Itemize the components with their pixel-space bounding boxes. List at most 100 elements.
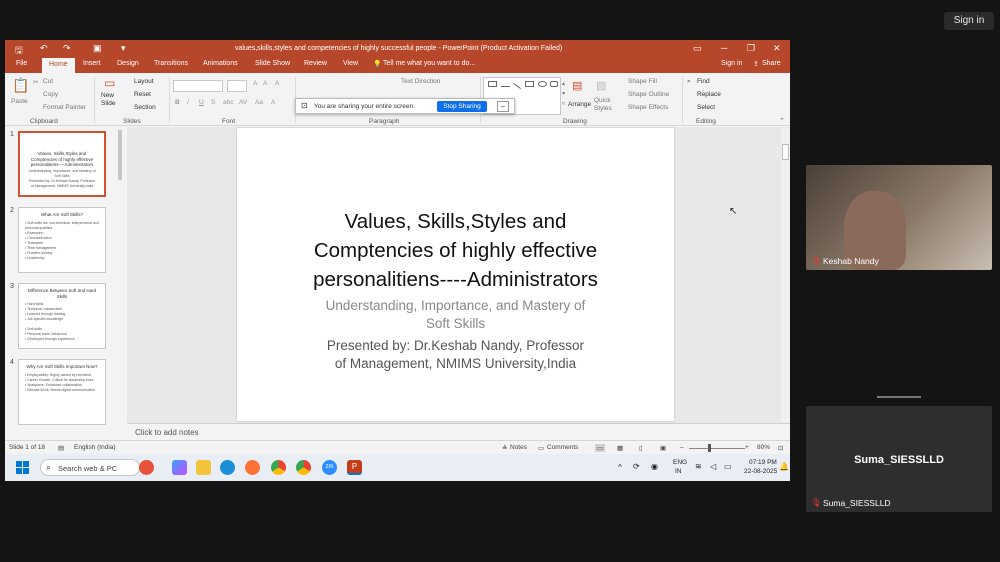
normal-view-icon[interactable]: ▭: [595, 444, 606, 452]
ribbon-display-icon[interactable]: ▭: [693, 43, 702, 54]
account-signin[interactable]: Sign in: [721, 60, 742, 67]
scrollbar-thumb[interactable]: [782, 144, 789, 160]
zoom-signin-button[interactable]: Sign in: [944, 12, 994, 30]
fit-slide-icon[interactable]: ⊡: [778, 444, 783, 452]
slide-thumbnail-4[interactable]: Why Are Soft Skills Important Now? • Emp…: [18, 359, 106, 425]
tab-slide-show[interactable]: Slide Show: [255, 60, 290, 67]
zoom-slider-handle[interactable]: [708, 444, 711, 452]
rounded-rect-shape-icon[interactable]: [550, 81, 558, 87]
language-code[interactable]: ENG: [673, 459, 687, 466]
close-icon[interactable]: ✕: [773, 43, 781, 54]
oval-shape-icon[interactable]: [538, 81, 547, 87]
line-shape-icon[interactable]: [501, 81, 510, 87]
tab-home[interactable]: Home: [42, 58, 75, 73]
strikethrough-icon[interactable]: abc: [223, 99, 233, 106]
rectangle-shape-icon[interactable]: [525, 81, 534, 87]
participant-tile-keshab[interactable]: 🎙 Keshab Nandy: [806, 165, 992, 270]
minimize-banner-icon[interactable]: –: [497, 101, 509, 112]
minimize-icon[interactable]: ─: [721, 43, 727, 53]
customize-toolbar-icon[interactable]: ▾: [121, 43, 126, 54]
powerpoint-app-icon[interactable]: P: [347, 460, 362, 475]
share-button[interactable]: Share: [762, 60, 781, 67]
tab-file[interactable]: File: [16, 60, 27, 67]
tab-transitions[interactable]: Transitions: [154, 60, 188, 67]
reset-button[interactable]: Reset: [134, 91, 151, 98]
file-explorer-icon[interactable]: [196, 460, 211, 475]
zoom-level[interactable]: 80%: [757, 444, 770, 451]
text-direction-button[interactable]: Text Direction: [401, 78, 440, 85]
gallery-down-icon[interactable]: ▾: [562, 90, 565, 97]
spellcheck-icon[interactable]: ▤: [58, 444, 64, 452]
copilot-icon[interactable]: [172, 460, 187, 475]
firefox-icon[interactable]: [245, 460, 260, 475]
tab-view[interactable]: View: [343, 60, 358, 67]
grow-font-icon[interactable]: A: [253, 80, 257, 87]
italic-icon[interactable]: I: [187, 99, 189, 106]
paste-button[interactable]: Paste: [11, 98, 28, 105]
zoom-in-icon[interactable]: +: [745, 444, 749, 451]
comments-icon[interactable]: ▭: [538, 444, 544, 452]
gallery-up-icon[interactable]: ▴: [562, 80, 565, 87]
find-icon[interactable]: ⌕: [687, 78, 691, 86]
tray-chevron-icon[interactable]: ^: [618, 463, 622, 472]
char-spacing-icon[interactable]: AV: [239, 99, 247, 106]
shape-outline-button[interactable]: Shape Outline: [628, 91, 669, 98]
slide-thumbnail-1[interactable]: Values, Skills,Styles and Comptencies of…: [18, 131, 106, 197]
find-button[interactable]: Find: [697, 78, 710, 85]
zoom-slider[interactable]: [689, 448, 745, 449]
new-slide-button[interactable]: New Slide: [101, 92, 115, 108]
edge-icon[interactable]: [220, 460, 235, 475]
current-slide[interactable]: Values, Skills,Styles and Comptencies of…: [237, 128, 674, 421]
paste-icon[interactable]: 📋: [12, 77, 29, 94]
slide-title[interactable]: Values, Skills,Styles and Comptencies of…: [237, 207, 674, 294]
cut-button[interactable]: Cut: [43, 78, 53, 85]
new-slide-icon[interactable]: ▭: [104, 76, 115, 90]
slide-sorter-icon[interactable]: ▦: [617, 444, 623, 452]
slide-thumbnail-2[interactable]: What Are Soft Skills? • Soft skills are …: [18, 207, 106, 273]
slide-scrollbar[interactable]: [781, 128, 790, 422]
taskbar-search[interactable]: ⌕ Search web & PC: [40, 459, 140, 476]
language-indicator[interactable]: English (India): [74, 444, 116, 451]
quick-styles-icon[interactable]: ▨: [596, 79, 606, 92]
clock-date[interactable]: 22-08-2025: [744, 468, 777, 475]
redo-icon[interactable]: ↷: [63, 43, 71, 54]
textbox-shape-icon[interactable]: [488, 81, 497, 87]
notes-pane[interactable]: Click to add notes: [127, 423, 790, 440]
slideshow-view-icon[interactable]: ▣: [660, 444, 666, 452]
clock-time[interactable]: 07:19 PM: [749, 459, 777, 466]
shape-effects-button[interactable]: Shape Effects: [628, 104, 668, 111]
notes-toggle[interactable]: Notes: [510, 444, 527, 451]
reading-view-icon[interactable]: ▯: [639, 444, 643, 452]
notes-placeholder[interactable]: Click to add notes: [135, 428, 199, 437]
slide-thumbnail-3[interactable]: Difference Between Soft and Hard Skills …: [18, 283, 106, 349]
select-button[interactable]: Select: [697, 104, 715, 111]
shape-fill-button[interactable]: Shape Fill: [628, 78, 657, 85]
zoom-out-icon[interactable]: –: [680, 444, 684, 451]
quick-styles-button[interactable]: Quick Styles: [594, 97, 612, 113]
participant-tile-suma[interactable]: Suma_SIESSLLD 🎙 Suma_SIESSLLD: [806, 406, 992, 512]
share-icon[interactable]: ⇪: [753, 60, 759, 68]
wifi-icon[interactable]: ≋: [695, 462, 702, 471]
clear-formatting-icon[interactable]: A: [275, 80, 279, 87]
battery-icon[interactable]: ▭: [724, 462, 732, 471]
cut-icon[interactable]: ✂: [33, 78, 38, 86]
font-color-icon[interactable]: A: [271, 99, 275, 106]
search-highlight-icon[interactable]: [139, 460, 154, 475]
replace-button[interactable]: Replace: [697, 91, 721, 98]
tab-insert[interactable]: Insert: [83, 60, 101, 67]
tray-sync-icon[interactable]: ⟳: [633, 462, 640, 471]
shrink-font-icon[interactable]: A: [263, 80, 267, 87]
notifications-icon[interactable]: 🔔: [779, 462, 789, 471]
gallery-more-icon[interactable]: ▿: [562, 100, 565, 107]
arrange-icon[interactable]: ▤: [572, 79, 582, 92]
start-slideshow-icon[interactable]: ▣: [93, 43, 102, 54]
windows-start-icon[interactable]: [16, 461, 29, 474]
comments-toggle[interactable]: Comments: [547, 444, 578, 451]
format-painter-button[interactable]: Format Painter: [43, 104, 86, 111]
volume-icon[interactable]: ◁: [710, 462, 716, 471]
shadow-icon[interactable]: S: [211, 99, 215, 106]
notes-icon[interactable]: ≜: [502, 444, 507, 452]
tab-design[interactable]: Design: [117, 60, 139, 67]
undo-icon[interactable]: ↶: [40, 43, 48, 54]
tab-animations[interactable]: Animations: [203, 60, 238, 67]
